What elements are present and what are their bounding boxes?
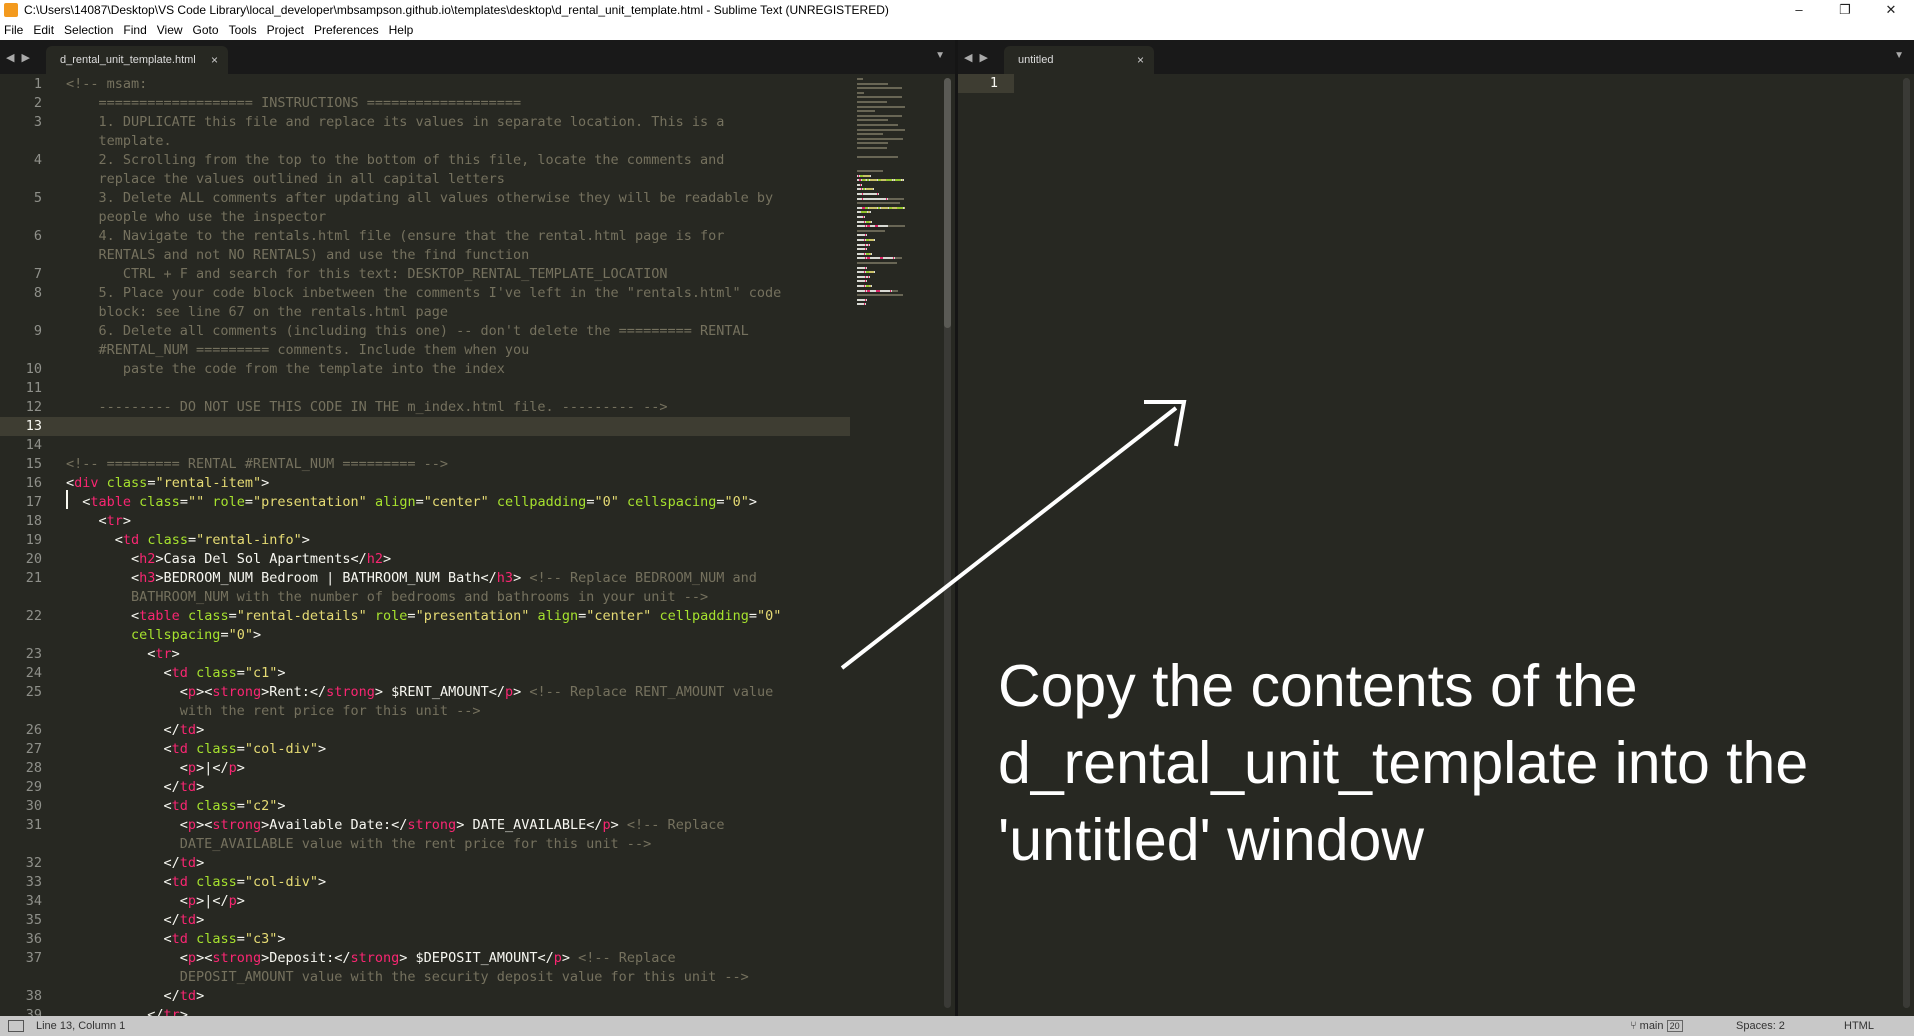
arrow-shaft [840, 406, 1178, 670]
syntax-setting[interactable]: HTML [1844, 1020, 1874, 1032]
branch-badge: 20 [1666, 1020, 1683, 1032]
status-bar: Line 13, Column 1 ⑂ main 20 Spaces: 2 HT… [0, 1016, 1914, 1036]
cursor-position: Line 13, Column 1 [36, 1020, 126, 1032]
panel-toggle-icon[interactable] [8, 1020, 24, 1032]
annotation-arrow [840, 400, 1187, 670]
arrow-head-icon [1144, 400, 1187, 447]
branch-name: main [1639, 1020, 1664, 1032]
indentation-setting[interactable]: Spaces: 2 [1736, 1020, 1785, 1032]
git-branch[interactable]: ⑂ main 20 [1630, 1020, 1683, 1032]
